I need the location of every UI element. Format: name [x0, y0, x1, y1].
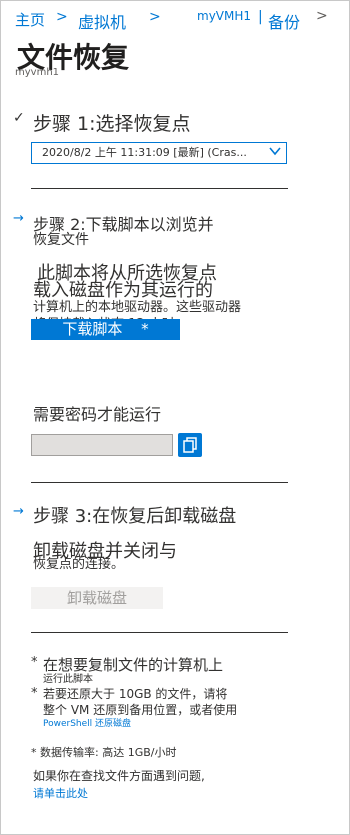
breadcrumb-separator: > [316, 8, 328, 24]
page-subtitle: myvmh1 [15, 67, 60, 78]
arrow-right-icon: → [13, 504, 24, 519]
download-script-button[interactable]: 下载脚本 * [31, 319, 180, 340]
required-marker: * [141, 320, 149, 338]
chevron-down-icon [268, 144, 282, 163]
note-marker: * [31, 655, 38, 670]
arrow-right-icon: → [13, 211, 24, 226]
note-marker: * [31, 686, 38, 701]
download-script-label: 下载脚本 [62, 320, 123, 338]
recovery-point-select[interactable]: 2020/8/2 上午 11:31:09 [最新] (Cras... [31, 142, 287, 164]
section-divider [31, 482, 288, 483]
section-divider [31, 188, 288, 189]
powershell-restore-link[interactable]: PowerShell 还原磁盘 [43, 716, 131, 729]
breadcrumb-separator: > [56, 9, 68, 25]
breadcrumb-vm[interactable]: 虚拟机 [78, 9, 126, 33]
breadcrumb-home[interactable]: 主页 [15, 9, 45, 30]
help-text: 如果你在查找文件方面遇到问题, [33, 769, 205, 783]
check-icon: ✓ [13, 110, 25, 126]
step3-description: 恢复点的连接。 [33, 557, 125, 572]
copy-password-button[interactable] [178, 433, 202, 457]
copy-icon [178, 437, 202, 461]
section-divider [31, 632, 288, 633]
unmount-disks-button[interactable]: 卸载磁盘 [31, 587, 163, 609]
step2-heading-line2: 恢复文件 [33, 232, 89, 248]
note-text: 运行此脚本 [43, 674, 93, 685]
help-link[interactable]: 请单击此处 [33, 785, 88, 801]
password-field[interactable] [31, 434, 173, 456]
step1-heading: 步骤 1:选择恢复点 [33, 113, 191, 135]
note-text: * 数据传输率: 高达 1GB/小时 [31, 746, 177, 759]
password-label: 需要密码才能运行 [33, 405, 162, 424]
breadcrumb-divider: | [258, 9, 263, 25]
breadcrumb-separator: > [149, 9, 161, 25]
note-text: 若要还原大于 10GB 的文件，请将 [43, 687, 228, 701]
recovery-point-value: 2020/8/2 上午 11:31:09 [最新] (Cras... [42, 146, 247, 159]
breadcrumb-vm-name[interactable]: myVMH1 [197, 9, 251, 23]
breadcrumb-backup[interactable]: 备份 [268, 9, 300, 33]
step3-heading: 步骤 3:在恢复后卸载磁盘 [33, 506, 237, 527]
